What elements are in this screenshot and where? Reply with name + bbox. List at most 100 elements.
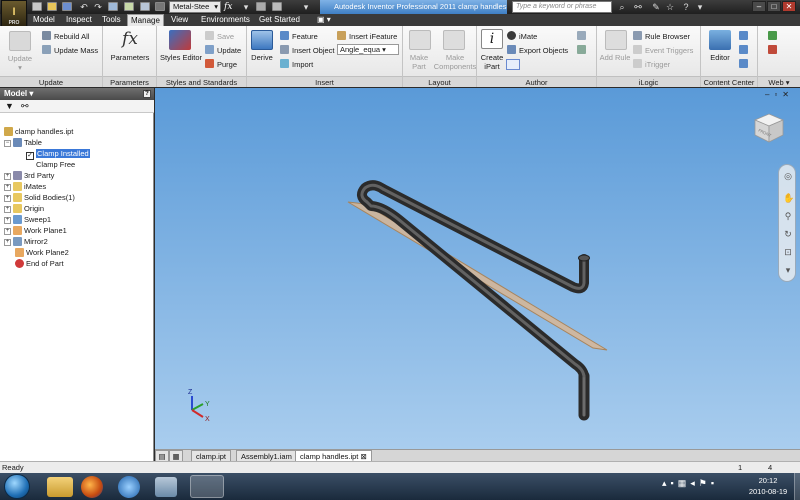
tab-environments[interactable]: Environments: [198, 14, 253, 26]
tree-node-clamp-installed[interactable]: ✓ Clamp Installed: [26, 148, 90, 160]
update-style-button[interactable]: Update: [205, 45, 241, 56]
help-icon[interactable]: ?: [680, 1, 692, 13]
expand-icon[interactable]: +: [4, 228, 11, 235]
import-button[interactable]: Import: [280, 59, 313, 70]
expand-icon[interactable]: +: [4, 184, 11, 191]
cc-tool-icon-3[interactable]: [739, 59, 748, 68]
angle-combo[interactable]: Angle_equa ▾: [337, 44, 399, 55]
tree-node-3rd-party[interactable]: +3rd Party: [4, 170, 54, 181]
tree-node-mirror2[interactable]: + Mirror2: [4, 236, 48, 247]
save-style-button[interactable]: Save: [205, 31, 234, 42]
insert-object-button[interactable]: Insert Object: [280, 45, 335, 56]
work-plane[interactable]: [347, 201, 608, 351]
tree-node-root[interactable]: clamp handles.ipt: [4, 126, 73, 137]
fx-button[interactable]: fx: [224, 1, 232, 13]
project-icon[interactable]: [124, 2, 134, 11]
save-icon[interactable]: [62, 2, 72, 11]
tree-node-table[interactable]: − Table: [4, 137, 42, 148]
zoom-icon[interactable]: ⚲: [783, 211, 793, 221]
tree-node-clamp-free[interactable]: Clamp Free: [36, 159, 75, 170]
firefox-task-icon[interactable]: [81, 476, 103, 498]
web-share-icon[interactable]: [768, 45, 777, 54]
rebuild-all-button[interactable]: Rebuild All: [42, 31, 89, 42]
web-link-icon[interactable]: [768, 31, 777, 40]
ribbon-options-icon[interactable]: ▣ ▾: [314, 14, 334, 26]
export-objects-button[interactable]: Export Objects: [507, 45, 568, 56]
chevron-down-icon[interactable]: ▾: [694, 1, 706, 13]
create-ipart-button[interactable]: Create iPart: [477, 53, 507, 71]
chevron-down-icon[interactable]: ▾: [240, 1, 252, 13]
styles-editor-button[interactable]: Styles Editor: [157, 53, 205, 63]
app-task-icon[interactable]: [155, 477, 177, 497]
ipart-dropdown-icon[interactable]: [506, 59, 520, 70]
network-icon[interactable]: ▦: [678, 478, 691, 488]
chevron-down-icon[interactable]: ▾: [2, 63, 38, 73]
tab-get-started[interactable]: Get Started: [256, 14, 303, 26]
select-icon[interactable]: [140, 2, 150, 11]
qat-tool-icon[interactable]: [256, 2, 266, 11]
tree-node-imates[interactable]: + iMates: [4, 181, 46, 192]
expand-icon[interactable]: +: [4, 173, 11, 180]
expand-icon[interactable]: +: [4, 206, 11, 213]
tree-node-solid-bodies[interactable]: + Solid Bodies(1): [4, 192, 75, 203]
tree-node-sweep1[interactable]: + Sweep1: [4, 214, 51, 225]
graphics-viewport[interactable]: –▫✕ Z Y X FRONT ◎ ✋ ⚲ ↻ ⊡ ▾: [155, 88, 800, 449]
tab-manage[interactable]: Manage: [127, 14, 164, 26]
tree-node-work-plane1[interactable]: + Work Plane1: [4, 225, 67, 236]
expand-icon[interactable]: +: [4, 239, 11, 246]
customize-qat-icon[interactable]: ▾: [300, 1, 312, 13]
tab-tools[interactable]: Tools: [99, 14, 124, 26]
inventor-task-icon[interactable]: [190, 475, 224, 498]
parameters-button[interactable]: Parameters: [103, 53, 157, 63]
orbit-icon[interactable]: ↻: [783, 229, 793, 239]
cc-tool-icon-2[interactable]: [739, 45, 748, 54]
expand-icon[interactable]: +: [4, 217, 11, 224]
color-swatch-icon[interactable]: [155, 2, 165, 11]
look-at-icon[interactable]: ⊡: [783, 247, 793, 257]
return-icon[interactable]: [108, 2, 118, 11]
imate-button[interactable]: iMate: [507, 31, 537, 42]
browser-header[interactable]: Model ▾ ?: [0, 88, 154, 100]
browser-help-button[interactable]: ?: [143, 90, 151, 98]
redo-icon[interactable]: ↷: [92, 1, 104, 13]
content-editor-button[interactable]: Editor: [701, 53, 739, 63]
tab-model[interactable]: Model: [30, 14, 58, 26]
volume-icon[interactable]: ◂: [690, 478, 699, 488]
minimize-button[interactable]: –: [752, 1, 766, 12]
search-input[interactable]: Type a keyword or phrase: [512, 1, 612, 13]
feature-button[interactable]: Feature: [280, 31, 318, 42]
taskbar-clock[interactable]: 20:12 2010-08-19: [746, 475, 790, 497]
undo-icon[interactable]: ↶: [78, 1, 90, 13]
material-dropdown[interactable]: Metal-Stee: [169, 1, 221, 13]
tree-node-work-plane2[interactable]: Work Plane2: [15, 247, 69, 258]
find-binoculars-icon[interactable]: ⚯: [21, 101, 29, 112]
tray-app-icon[interactable]: ▪: [671, 478, 678, 488]
make-components-button[interactable]: Make Components: [433, 53, 477, 71]
author-tool-icon-2[interactable]: [577, 45, 586, 54]
steering-wheel-icon[interactable]: ◎: [783, 171, 793, 181]
binoculars-icon[interactable]: ⚯: [632, 1, 644, 13]
close-tab-icon[interactable]: ⊠: [360, 452, 366, 461]
purge-button[interactable]: Purge: [205, 59, 237, 70]
update-mass-button[interactable]: Update Mass: [42, 45, 98, 56]
make-part-button[interactable]: Make Part: [403, 53, 435, 71]
search-icon[interactable]: ⌕: [616, 1, 628, 13]
derive-button[interactable]: Derive: [247, 53, 277, 63]
tray-misc-icon[interactable]: ▪: [711, 478, 718, 488]
qat-tool-icon-2[interactable]: [272, 2, 282, 11]
clamp-handle-rod[interactable]: [357, 180, 590, 421]
insert-ifeature-button[interactable]: Insert iFeature: [337, 31, 397, 42]
show-desktop-button[interactable]: [794, 473, 800, 500]
cc-tool-icon[interactable]: [739, 31, 748, 40]
media-player-task-icon[interactable]: [118, 476, 140, 498]
tools-icon[interactable]: ✎: [650, 1, 662, 13]
star-icon[interactable]: ☆: [664, 1, 676, 13]
rule-browser-button[interactable]: Rule Browser: [633, 31, 690, 42]
pan-icon[interactable]: ✋: [783, 193, 794, 203]
maximize-button[interactable]: □: [767, 1, 781, 12]
itrigger-button[interactable]: iTrigger: [633, 59, 670, 70]
tree-node-end-of-part[interactable]: End of Part: [15, 258, 64, 269]
tab-inspect[interactable]: Inspect: [63, 14, 95, 26]
application-menu-button[interactable]: I PRO: [1, 0, 27, 28]
event-triggers-button[interactable]: Event Triggers: [633, 45, 693, 56]
